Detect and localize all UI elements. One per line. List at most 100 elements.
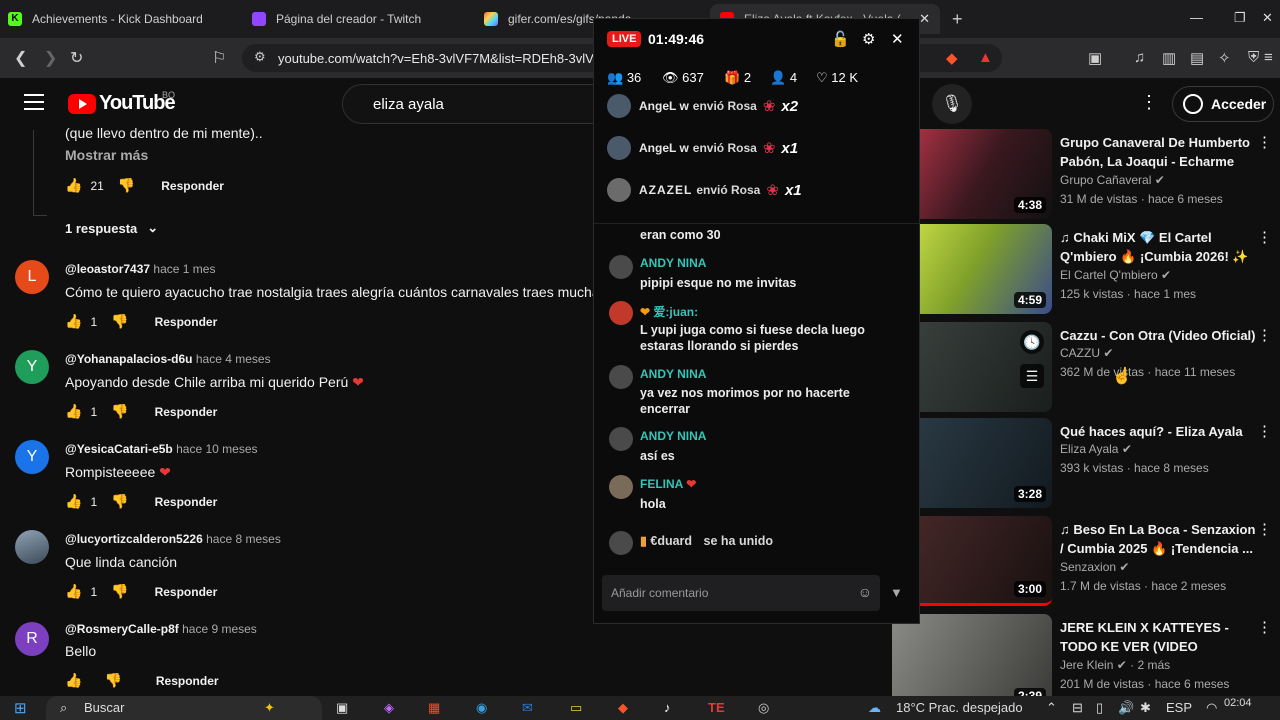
video-card[interactable]: 3:28 Qué haces aquí? - Eliza Ayala Eliza… [892,418,1272,510]
edge-icon[interactable]: ◉ [476,700,487,716]
forward-icon[interactable]: ❯ [44,48,57,68]
replies-toggle[interactable]: 1 respuesta ⌄ [65,220,158,236]
brave-icon[interactable]: ◆ [618,700,628,716]
video-channel[interactable]: Senzaxion ✔ [1060,560,1129,574]
like-icon[interactable]: 👍 [65,313,82,330]
video-title[interactable]: ♫ Chaki MiX 💎 El Cartel Q'mbiero 🔥 ¡Cumb… [1060,228,1256,266]
reply-button[interactable]: Responder [155,585,218,599]
tab-twitch-creator[interactable]: Página del creador - Twitch [252,4,472,34]
like-icon[interactable]: 👍 [65,583,82,600]
video-menu-icon[interactable]: ⋮ [1257,618,1272,636]
reload-icon[interactable]: ↻ [70,48,83,68]
sign-in-button[interactable]: Acceder [1172,86,1274,122]
video-menu-icon[interactable]: ⋮ [1257,326,1272,344]
store-icon[interactable]: ▦ [428,700,440,716]
dislike-icon[interactable]: 👎 [111,313,128,330]
avatar[interactable]: L [15,260,49,294]
wallet-icon[interactable]: ▤ [1190,49,1204,67]
video-menu-icon[interactable]: ⋮ [1257,422,1272,440]
close-icon[interactable]: ✕ [891,30,904,48]
video-channel[interactable]: CAZZU ✔ [1060,346,1113,360]
emoji-icon[interactable]: ☺ [858,584,872,600]
music-icon[interactable]: ♫ [1134,49,1145,66]
video-title[interactable]: ♫ Beso En La Boca - Senzaxion / Cumbia 2… [1060,520,1256,558]
hamburger-menu-icon[interactable] [24,94,44,110]
video-card[interactable]: 🕓 ☰ Cazzu - Con Otra (Video Oficial) CAZ… [892,322,1272,414]
comment-author[interactable]: @Yohanapalacios-d6u [65,352,193,366]
taskbar-search[interactable]: ⌕ Buscar ✦ [46,696,322,720]
like-icon[interactable]: 👍 [65,177,82,194]
video-menu-icon[interactable]: ⋮ [1257,228,1272,246]
tiktok-studio-icon[interactable]: TE [708,700,725,715]
weather-text[interactable]: 18°C Prac. despejado [896,700,1023,715]
maximize-icon[interactable]: ❐ [1234,10,1246,26]
task-view-icon[interactable]: ▣ [336,700,348,716]
video-menu-icon[interactable]: ⋮ [1257,133,1272,151]
video-card[interactable]: 3:00 ♫ Beso En La Boca - Senzaxion / Cum… [892,516,1272,608]
gear-icon[interactable]: ⚙ [862,30,875,48]
wifi-icon[interactable]: ◠ [1206,700,1217,716]
add-to-queue-icon[interactable]: ☰ [1020,364,1044,388]
site-info-icon[interactable]: ⚙ [254,49,266,65]
reply-button[interactable]: Responder [155,315,218,329]
menu-icon[interactable]: ≡ [1264,49,1273,66]
chat-username[interactable]: 爱:juan: [653,305,698,319]
video-card[interactable]: 4:38 Grupo Canaveral De Humberto Pabón, … [892,129,1272,221]
weather-icon[interactable]: ☁ [868,700,881,716]
chat-username[interactable]: ANDY NINA [640,367,706,381]
battery-icon[interactable]: ▯ [1096,700,1103,716]
video-thumbnail[interactable]: 2:39 [892,614,1052,696]
rewards-icon[interactable]: ▲ [978,49,993,66]
comment-author[interactable]: @lucyortizcalderon5226 [65,532,203,546]
reply-button[interactable]: Responder [155,405,218,419]
dislike-icon[interactable]: 👎 [104,672,121,689]
dislike-icon[interactable]: 👎 [118,177,135,194]
video-channel[interactable]: Eliza Ayala ✔ [1060,442,1132,456]
comment-author[interactable]: @YesicaCatari-e5b [65,442,173,456]
video-title[interactable]: JERE KLEIN X KATTEYES - TODO KE VER (VID… [1060,618,1256,656]
comment-author[interactable]: @leoastor7437 [65,262,150,276]
comment-time[interactable]: hace 1 mes [153,262,215,276]
avatar[interactable]: Y [15,350,49,384]
clock[interactable]: 02:04 [1224,697,1252,709]
filter-icon[interactable]: ▼ [890,585,903,600]
sidebar-icon[interactable]: ▥ [1162,49,1176,67]
chevron-up-icon[interactable]: ⌃ [1046,700,1057,716]
vpn-icon[interactable]: ⛨ [1248,49,1259,66]
chat-username[interactable]: ANDY NINA [640,256,706,270]
comment-time[interactable]: hace 9 meses [182,622,257,636]
youtube-logo-icon[interactable] [68,94,96,114]
watch-later-icon[interactable]: 🕓 [1020,330,1044,354]
voice-search-mic-icon[interactable]: 🎙 [932,84,972,124]
chat-username[interactable]: ANDY NINA [640,429,706,443]
lock-icon[interactable]: 🔓 [831,30,850,48]
network-icon[interactable]: ⊟ [1072,700,1083,716]
comment-time[interactable]: hace 8 meses [206,532,281,546]
dislike-icon[interactable]: 👎 [111,493,128,510]
video-title[interactable]: Grupo Canaveral De Humberto Pabón, La Jo… [1060,133,1256,171]
like-icon[interactable]: 👍 [65,672,82,689]
show-more-link[interactable]: Mostrar más [65,147,148,163]
avatar[interactable]: R [15,622,49,656]
brave-shield-icon[interactable]: ◆ [946,49,958,67]
reply-button[interactable]: Responder [155,495,218,509]
tab-kick-dashboard[interactable]: K Achievements - Kick Dashboard [8,4,238,34]
speaker-icon[interactable]: 🔊 [1118,700,1134,716]
video-menu-icon[interactable]: ⋮ [1257,520,1272,538]
copilot-icon[interactable]: ◈ [384,700,394,716]
video-title[interactable]: Qué haces aquí? - Eliza Ayala [1060,422,1256,441]
file-explorer-icon[interactable]: ▭ [570,700,582,716]
bookmark-icon[interactable]: ⚐ [212,48,226,68]
like-icon[interactable]: 👍 [65,493,82,510]
obs-icon[interactable]: ◎ [758,700,769,716]
video-title[interactable]: Cazzu - Con Otra (Video Oficial) [1060,326,1256,345]
leo-icon[interactable]: ✧ [1218,49,1231,67]
dislike-icon[interactable]: 👎 [111,583,128,600]
reader-icon[interactable]: ▣ [1088,49,1102,67]
more-options-icon[interactable]: ⋮ [1140,92,1158,113]
new-tab-icon[interactable]: + [952,9,963,30]
reply-button[interactable]: Responder [161,179,224,193]
comment-author[interactable]: @RosmeryCalle-p8f [65,622,179,636]
back-icon[interactable]: ❮ [14,48,27,68]
chat-username[interactable]: FELINA [640,477,683,491]
